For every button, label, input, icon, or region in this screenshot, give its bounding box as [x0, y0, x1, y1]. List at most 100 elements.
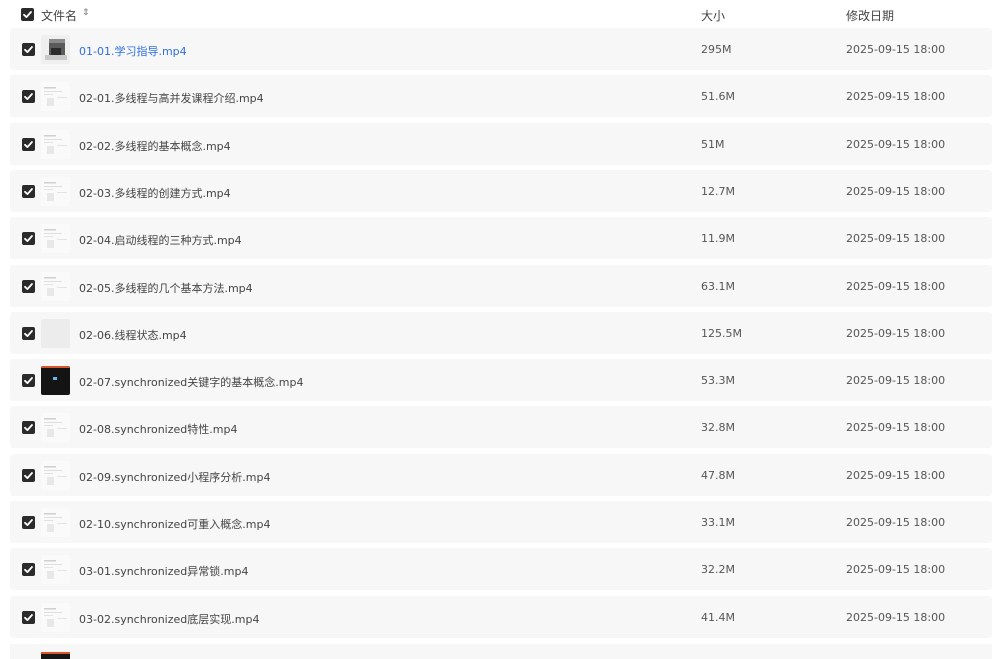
video-thumbnail	[41, 603, 70, 632]
checkmark-icon	[24, 519, 33, 526]
video-thumbnail	[41, 82, 70, 111]
table-row[interactable]: 02-08.synchronized特性.mp4 32.8M 2025-09-15 …	[10, 406, 992, 448]
table-row-partial[interactable]	[10, 644, 992, 659]
table-row[interactable]: 02-09.synchronized小程序分析.mp4 47.8M 2025-09-…	[10, 454, 992, 496]
row-checkbox[interactable]	[22, 516, 35, 529]
row-checkbox[interactable]	[22, 138, 35, 151]
video-thumbnail	[41, 35, 70, 64]
file-name[interactable]: 02-06.线程状态.mp4	[79, 327, 187, 343]
file-size: 51M	[701, 138, 725, 151]
row-checkbox[interactable]	[22, 327, 35, 340]
row-checkbox[interactable]	[22, 280, 35, 293]
table-row[interactable]: 03-02.synchronized底层实现.mp4 41.4M 2025-09-1…	[10, 596, 992, 638]
column-header-date[interactable]: 修改日期	[846, 7, 894, 24]
file-name[interactable]: 01-01.学习指导.mp4	[79, 43, 187, 59]
file-size: 11.9M	[701, 232, 735, 245]
video-thumbnail	[41, 555, 70, 584]
video-thumbnail	[41, 366, 70, 395]
file-modified-date: 2025-09-15 18:00	[846, 374, 946, 387]
checkmark-icon	[24, 566, 33, 573]
file-size: 12.7M	[701, 185, 735, 198]
video-thumbnail	[41, 272, 70, 301]
file-modified-date: 2025-09-15 18:00	[846, 611, 946, 624]
file-name[interactable]: 02-04.启动线程的三种方式.mp4	[79, 232, 242, 248]
file-size: 63.1M	[701, 280, 735, 293]
file-modified-date: 2025-09-15 18:00	[846, 185, 946, 198]
file-modified-date: 2025-09-15 18:00	[846, 90, 946, 103]
file-list-header: 文件名 ⇕ 大小 修改日期	[0, 0, 1000, 30]
file-size: 41.4M	[701, 611, 735, 624]
file-size: 53.3M	[701, 374, 735, 387]
row-checkbox[interactable]	[22, 185, 35, 198]
file-modified-date: 2025-09-15 18:00	[846, 516, 946, 529]
row-checkbox[interactable]	[22, 563, 35, 576]
file-modified-date: 2025-09-15 18:00	[846, 280, 946, 293]
checkmark-icon	[24, 330, 33, 337]
file-name[interactable]: 02-07.synchronized关键字的基本概念.mp4	[79, 374, 303, 390]
checkmark-icon	[24, 614, 33, 621]
select-all-checkbox[interactable]	[21, 8, 34, 21]
table-row[interactable]: 02-10.synchronized可重入概念.mp4 33.1M 2025-09-…	[10, 501, 992, 543]
file-name[interactable]: 02-02.多线程的基本概念.mp4	[79, 138, 231, 154]
checkmark-icon	[23, 11, 32, 18]
video-thumbnail	[41, 319, 70, 348]
video-thumbnail	[41, 508, 70, 537]
video-thumbnail	[41, 652, 70, 659]
table-row[interactable]: 02-03.多线程的创建方式.mp4 12.7M 2025-09-15 18:00	[10, 170, 992, 212]
checkmark-icon	[24, 141, 33, 148]
file-modified-date: 2025-09-15 18:00	[846, 138, 946, 151]
checkmark-icon	[24, 472, 33, 479]
row-checkbox[interactable]	[22, 469, 35, 482]
file-list-page: 文件名 ⇕ 大小 修改日期 01-01.学习指导.mp4 295M 2025-09-…	[0, 0, 1000, 659]
checkmark-icon	[24, 424, 33, 431]
video-thumbnail	[41, 177, 70, 206]
table-row[interactable]: 02-07.synchronized关键字的基本概念.mp4 53.3M 2025-…	[10, 359, 992, 401]
file-size: 295M	[701, 43, 732, 56]
video-thumbnail	[41, 461, 70, 490]
checkmark-icon	[24, 93, 33, 100]
row-checkbox[interactable]	[22, 421, 35, 434]
file-name[interactable]: 03-01.synchronized异常锁.mp4	[79, 563, 248, 579]
file-modified-date: 2025-09-15 18:00	[846, 43, 946, 56]
sort-icon[interactable]: ⇕	[82, 7, 90, 19]
table-row[interactable]: 02-06.线程状态.mp4 125.5M 2025-09-15 18:00	[10, 312, 992, 354]
file-size: 125.5M	[701, 327, 742, 340]
column-header-name[interactable]: 文件名	[41, 7, 77, 24]
checkmark-icon	[24, 377, 33, 384]
table-row[interactable]: 02-05.多线程的几个基本方法.mp4 63.1M 2025-09-15 18:0…	[10, 265, 992, 307]
file-modified-date: 2025-09-15 18:00	[846, 232, 946, 245]
file-modified-date: 2025-09-15 18:00	[846, 563, 946, 576]
video-thumbnail	[41, 130, 70, 159]
column-header-size[interactable]: 大小	[701, 7, 725, 24]
file-size: 51.6M	[701, 90, 735, 103]
file-name[interactable]: 03-02.synchronized底层实现.mp4	[79, 611, 259, 627]
table-row[interactable]: 03-01.synchronized异常锁.mp4 32.2M 2025-09-15…	[10, 548, 992, 590]
checkmark-icon	[24, 283, 33, 290]
file-size: 47.8M	[701, 469, 735, 482]
file-size: 33.1M	[701, 516, 735, 529]
row-checkbox[interactable]	[22, 374, 35, 387]
file-name[interactable]: 02-03.多线程的创建方式.mp4	[79, 185, 231, 201]
table-row[interactable]: 02-01.多线程与高并发课程介绍.mp4 51.6M 2025-09-15 18:…	[10, 75, 992, 117]
checkmark-icon	[24, 46, 33, 53]
video-thumbnail	[41, 224, 70, 253]
video-thumbnail	[41, 413, 70, 442]
row-checkbox[interactable]	[22, 611, 35, 624]
file-size: 32.2M	[701, 563, 735, 576]
checkmark-icon	[24, 235, 33, 242]
row-checkbox[interactable]	[22, 90, 35, 103]
table-row[interactable]: 02-04.启动线程的三种方式.mp4 11.9M 2025-09-15 18:00	[10, 217, 992, 259]
file-name[interactable]: 02-08.synchronized特性.mp4	[79, 421, 237, 437]
checkmark-icon	[24, 188, 33, 195]
file-name[interactable]: 02-09.synchronized小程序分析.mp4	[79, 469, 270, 485]
file-name[interactable]: 02-01.多线程与高并发课程介绍.mp4	[79, 90, 264, 106]
file-modified-date: 2025-09-15 18:00	[846, 469, 946, 482]
row-checkbox[interactable]	[22, 43, 35, 56]
table-row[interactable]: 02-02.多线程的基本概念.mp4 51M 2025-09-15 18:00	[10, 123, 992, 165]
file-modified-date: 2025-09-15 18:00	[846, 327, 946, 340]
row-checkbox[interactable]	[22, 232, 35, 245]
file-name[interactable]: 02-05.多线程的几个基本方法.mp4	[79, 280, 253, 296]
file-modified-date: 2025-09-15 18:00	[846, 421, 946, 434]
file-name[interactable]: 02-10.synchronized可重入概念.mp4	[79, 516, 270, 532]
table-row[interactable]: 01-01.学习指导.mp4 295M 2025-09-15 18:00	[10, 28, 992, 70]
